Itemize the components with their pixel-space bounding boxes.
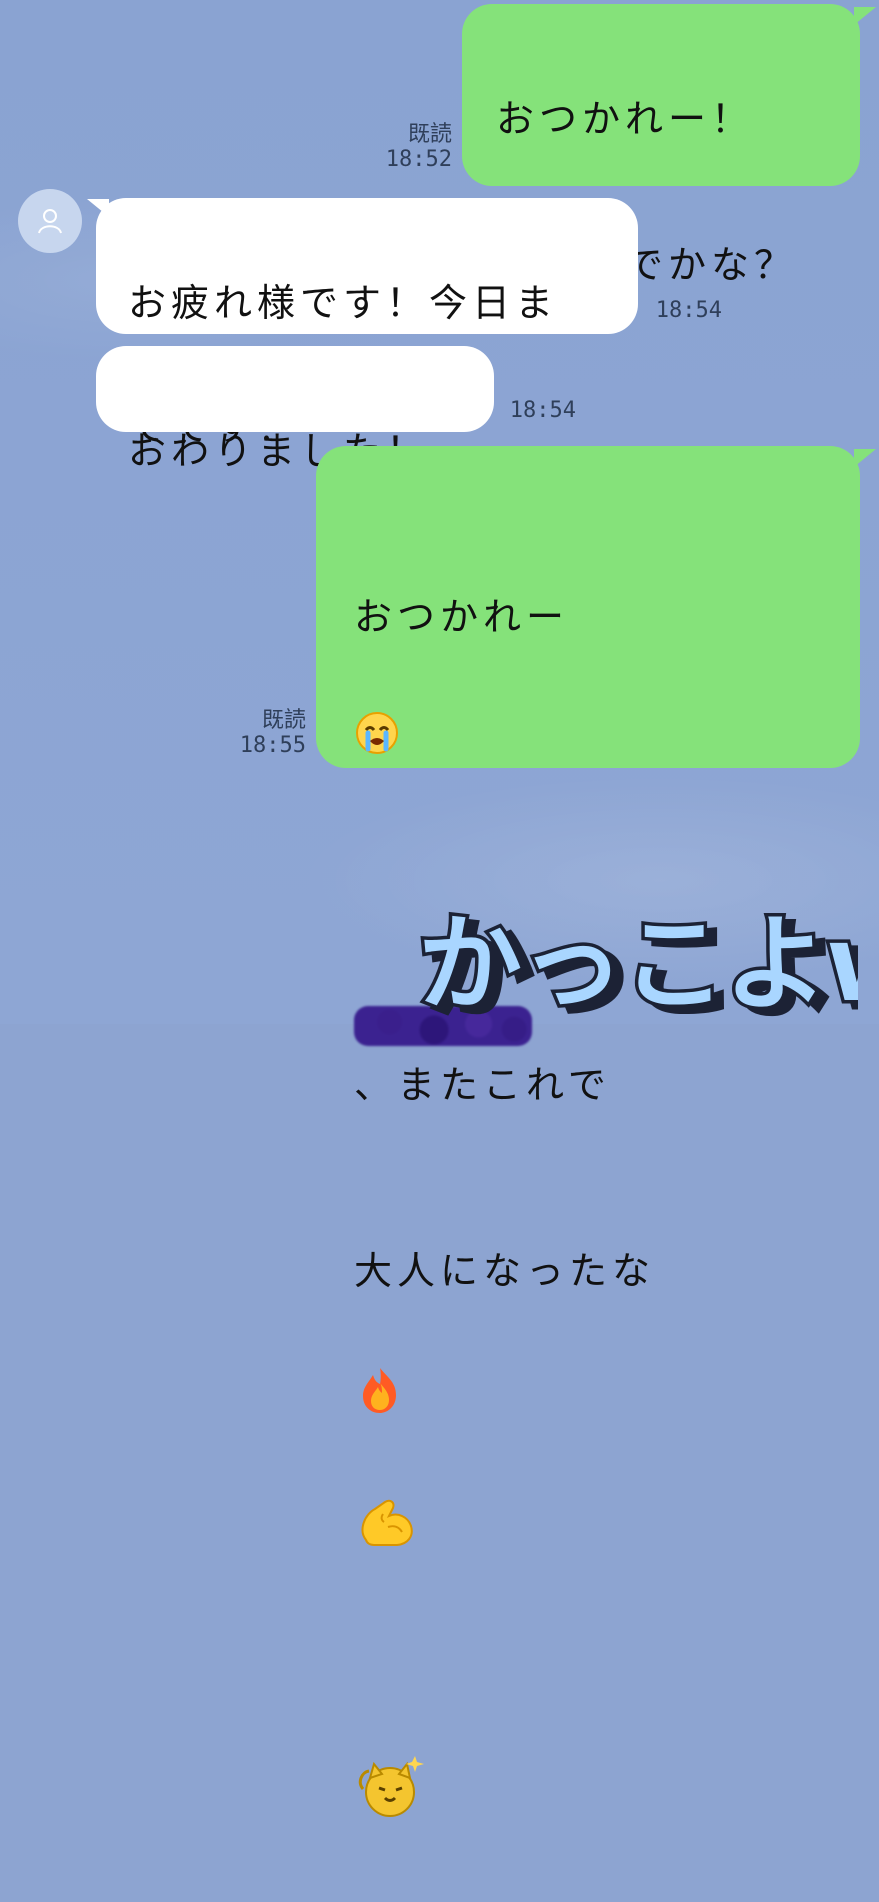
timestamp: 18:54	[655, 298, 722, 323]
loudly-crying-face-icon	[354, 648, 400, 774]
message-meta-1: 既読 18:52	[382, 122, 452, 172]
bubble-tail	[854, 7, 876, 25]
timestamp: 18:54	[509, 398, 576, 423]
caption-text-graphic: かっこよw	[415, 900, 879, 1029]
overlay-caption: かっこよw	[415, 888, 879, 1029]
message-line-4	[354, 1630, 822, 1840]
bubble-tail	[854, 449, 876, 467]
message-bubble-outgoing-2[interactable]: おつかれー 、またこれで 大人になったな	[316, 446, 860, 1817]
message-line-3: 大人になったな	[354, 1178, 822, 1568]
contact-avatar[interactable]	[18, 189, 82, 253]
caption-text: かっこよw	[418, 903, 858, 1020]
message-meta-2: 既読 18:55	[236, 708, 306, 758]
read-status: 既読	[261, 708, 306, 733]
fire-icon	[354, 1302, 406, 1434]
message-line-1: おつかれー	[354, 524, 822, 774]
person-icon	[38, 209, 62, 234]
message-bubble-incoming-1[interactable]: お疲れ様です！今日ま でです！	[96, 198, 638, 449]
read-status: 既読	[407, 122, 452, 147]
message-bubble-incoming-2[interactable]: おわりました！	[96, 346, 494, 473]
chat-background: 既読 18:52 おつかれー！ 今日までかな？ お疲れ様です！今日ま でです！ …	[0, 0, 879, 1817]
message-text: 、またこれで	[354, 1063, 611, 1107]
flexed-biceps-icon	[354, 1434, 416, 1568]
timestamp: 18:52	[385, 147, 452, 172]
message-text-line: お疲れ様です！今日ま	[128, 281, 559, 325]
message-bubble-outgoing-1[interactable]: おつかれー！ 今日までかな？	[462, 4, 860, 287]
yellow-cat-sticker-icon	[354, 1692, 426, 1840]
message-text: 大人になったな	[354, 1249, 656, 1293]
timestamp: 18:55	[239, 733, 306, 758]
message-text: おつかれー	[354, 595, 570, 639]
message-text-line: おつかれー！	[496, 97, 755, 141]
